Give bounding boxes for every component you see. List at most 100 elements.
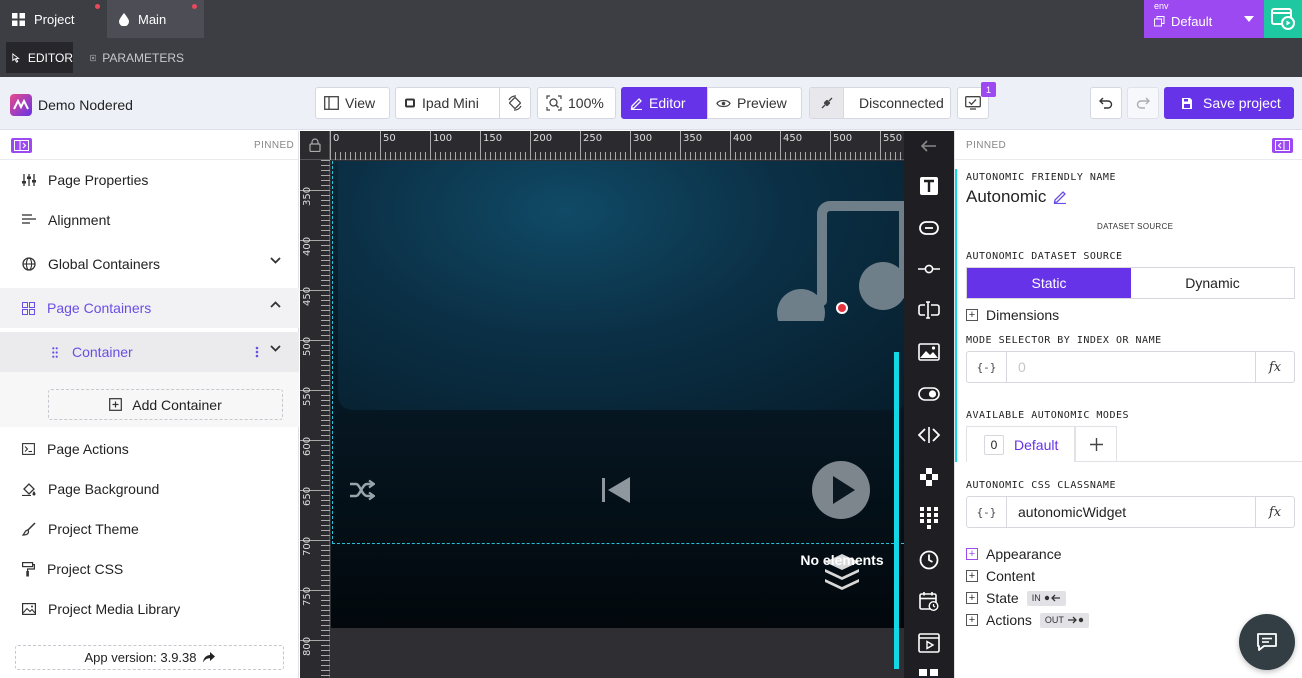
chevron-down-icon[interactable]	[270, 257, 281, 264]
content-label: Content	[986, 568, 1036, 584]
tab-label: Main	[138, 11, 167, 27]
widget-calendar[interactable]	[916, 588, 942, 614]
binding-icon[interactable]: {-}	[967, 497, 1007, 527]
rotate-device-button[interactable]	[499, 87, 531, 119]
sidebar-toggle-button[interactable]	[11, 138, 32, 153]
fx-button[interactable]: fx	[1255, 497, 1294, 527]
align-icon	[22, 214, 36, 224]
dimensions-section[interactable]: + Dimensions	[966, 307, 1059, 323]
connection-status[interactable]: Disconnected	[809, 87, 951, 119]
undo-button[interactable]	[1090, 87, 1122, 119]
sidebar-item-container[interactable]: Container	[0, 332, 299, 372]
ruler-label: 750	[302, 586, 313, 606]
drag-handle-icon[interactable]	[52, 347, 58, 358]
dynamic-option[interactable]: Dynamic	[1131, 268, 1294, 298]
chat-button[interactable]	[1239, 614, 1295, 670]
tab-project[interactable]: Project	[0, 0, 107, 38]
actions-section[interactable]: + Actions OUT	[966, 612, 1089, 628]
state-section[interactable]: + State IN	[966, 590, 1066, 606]
pencil-icon[interactable]	[1053, 190, 1067, 204]
panel-toggle-button[interactable]	[1272, 138, 1293, 153]
share-arrow-icon	[202, 652, 215, 663]
env-value: Default	[1171, 14, 1213, 29]
view-button[interactable]: View	[315, 87, 390, 119]
add-mode-button[interactable]	[1075, 426, 1117, 462]
css-classname-input[interactable]: autonomicWidget	[1007, 504, 1255, 520]
resize-handle[interactable]	[894, 352, 899, 669]
mode-selector-input[interactable]: 0	[1007, 359, 1255, 375]
sidebar-item-page-properties[interactable]: Page Properties	[0, 160, 299, 200]
ruler-label: 500	[302, 336, 313, 356]
editor-mode-button[interactable]: Editor	[621, 87, 708, 119]
sidebar-item-page-background[interactable]: Page Background	[0, 469, 299, 509]
mode-parameters-label: PARAMETERS	[102, 50, 184, 65]
widget-image[interactable]	[916, 339, 942, 365]
content-section[interactable]: + Content	[966, 568, 1035, 584]
widget-input[interactable]	[916, 297, 942, 323]
chevron-down-icon[interactable]	[270, 345, 281, 352]
empty-state-label: No elements	[800, 552, 884, 568]
run-app-button[interactable]	[1264, 0, 1302, 38]
layout-icon	[324, 96, 339, 110]
mode-parameters-tab[interactable]: PARAMETERS	[84, 42, 184, 73]
gamepad-icon	[920, 468, 938, 486]
sidebar-item-label: Page Properties	[48, 172, 149, 188]
ruler-label: 350	[683, 133, 703, 144]
widget-code[interactable]	[916, 422, 942, 448]
sidebar-item-project-media-library[interactable]: Project Media Library	[0, 589, 299, 629]
widget-keypad[interactable]	[916, 505, 942, 531]
sidebar-item-alignment[interactable]: Alignment	[0, 200, 299, 240]
state-label: State	[986, 590, 1019, 606]
sidebar-item-project-css[interactable]: Project CSS	[0, 549, 299, 589]
collapse-arrow-button[interactable]	[916, 133, 942, 159]
widget-grid[interactable]	[916, 669, 942, 678]
mode-tab-default[interactable]: 0 Default	[966, 426, 1075, 462]
sidebar-item-global-containers[interactable]: Global Containers	[0, 244, 299, 284]
static-option[interactable]: Static	[967, 268, 1131, 298]
close-circle-icon	[90, 54, 97, 61]
ruler-label: 500	[833, 133, 853, 144]
app-version[interactable]: App version: 3.9.38	[15, 645, 284, 670]
widget-slider[interactable]	[916, 256, 942, 282]
ruler-horizontal[interactable]: 0 50 100 150 200 250 300 350 400 450 500…	[330, 131, 904, 160]
ruler-label: 550	[302, 386, 313, 406]
editor-mode-label: Editor	[649, 95, 686, 111]
more-vertical-icon[interactable]	[255, 346, 259, 358]
binding-icon[interactable]: {-}	[967, 352, 1007, 382]
design-canvas[interactable]: 0 50 100 150 200 250 300 350 400 450 500…	[300, 131, 904, 678]
widget-button[interactable]	[916, 215, 942, 241]
sidebar-item-page-containers[interactable]: Page Containers	[0, 288, 299, 328]
save-project-button[interactable]: Save project	[1164, 87, 1294, 119]
ruler-label: 700	[302, 536, 313, 556]
widget-gamepad[interactable]	[916, 464, 942, 490]
monitor-check-icon	[965, 96, 981, 110]
add-container-button[interactable]: Add Container	[48, 389, 283, 420]
brush-icon	[22, 522, 36, 536]
widget-text[interactable]	[916, 173, 942, 199]
expand-icon: +	[966, 614, 978, 626]
lock-guides-button[interactable]	[300, 131, 330, 160]
preview-mode-button[interactable]: Preview	[707, 87, 802, 119]
widget-toggle[interactable]	[916, 381, 942, 407]
mode-selector-field: {-} 0 fx	[966, 351, 1295, 383]
code-icon	[918, 427, 940, 443]
friendly-name[interactable]: Autonomic	[966, 187, 1067, 207]
device-selector[interactable]: Ipad Mini	[395, 87, 500, 119]
dimensions-label: Dimensions	[986, 307, 1060, 323]
zoom-button[interactable]: 100%	[537, 87, 616, 119]
widget-video[interactable]	[916, 630, 942, 656]
ruler-label: 600	[302, 436, 313, 456]
sidebar-pin-bar: PINNED	[0, 131, 299, 160]
sidebar-item-project-theme[interactable]: Project Theme	[0, 509, 299, 549]
chevron-up-icon[interactable]	[270, 301, 281, 308]
mode-editor-tab[interactable]: EDITOR	[6, 42, 73, 73]
tab-main[interactable]: Main	[107, 0, 204, 38]
redo-button[interactable]	[1127, 87, 1159, 119]
sidebar-item-page-actions[interactable]: Page Actions	[0, 429, 299, 469]
ruler-vertical[interactable]: 350 400 450 500 550 600 650 700 750 800	[300, 160, 330, 678]
appearance-section[interactable]: + Appearance	[966, 546, 1062, 562]
fx-button[interactable]: fx	[1255, 352, 1294, 382]
widget-clock[interactable]	[916, 547, 942, 573]
environment-selector[interactable]: env Default	[1144, 0, 1264, 38]
save-project-label: Save project	[1203, 95, 1281, 111]
